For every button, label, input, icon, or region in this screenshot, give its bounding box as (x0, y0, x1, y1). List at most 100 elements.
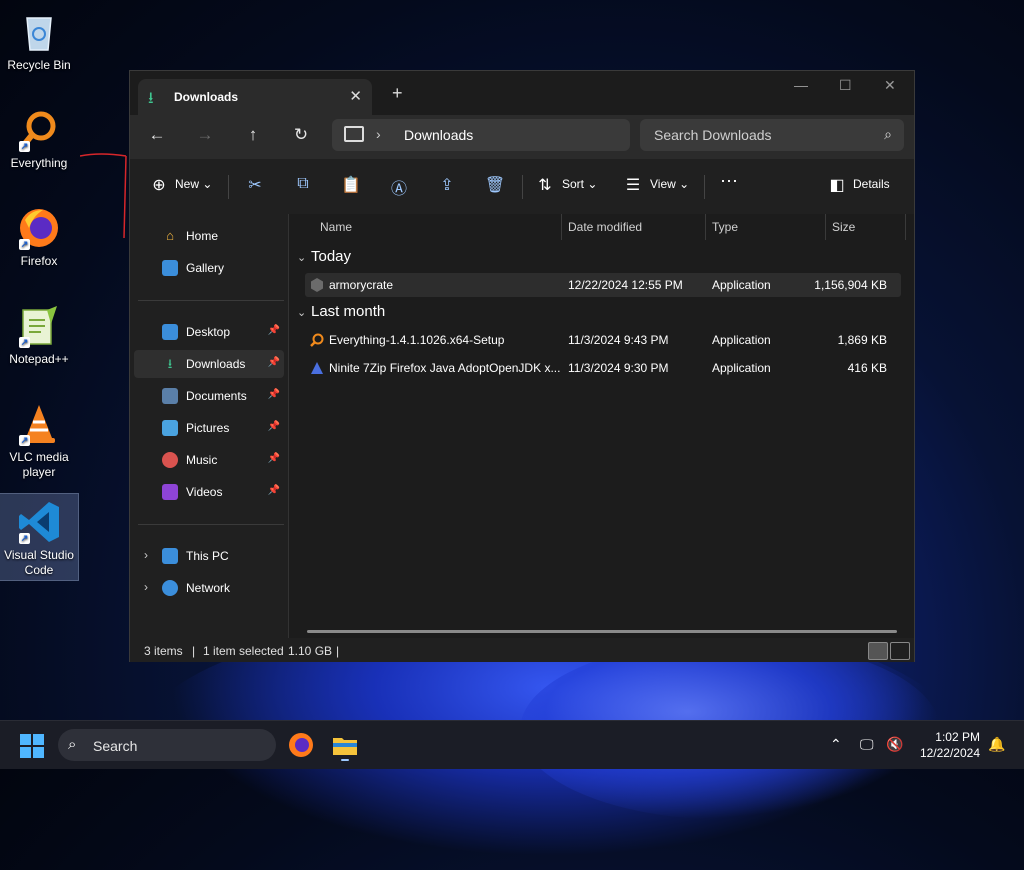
vscode-icon: ↗ (17, 500, 61, 544)
desktop-icon-vlc[interactable]: ↗ VLC media player (0, 396, 78, 480)
tab-downloads[interactable]: ⭳ Downloads ✕ (138, 79, 372, 115)
sort-icon[interactable]: ⇅ (534, 175, 556, 195)
view-icon[interactable]: ☰ (622, 175, 644, 195)
clock-date: 12/22/2024 (919, 746, 980, 760)
file-name: armorycrate (329, 278, 394, 292)
tab-title: Downloads (174, 90, 239, 104)
sort-button[interactable]: Sort ⌄ (562, 177, 597, 191)
sidebar-item-downloads[interactable]: ⭳ Downloads 📌 (134, 350, 284, 378)
network-status-icon[interactable]: 🖵 (860, 736, 874, 753)
column-header-size[interactable]: Size (832, 220, 855, 234)
desktop-icon-recycle-bin[interactable]: Recycle Bin (0, 4, 78, 73)
sidebar-item-pictures[interactable]: Pictures 📌 (134, 414, 284, 442)
file-row[interactable]: armorycrate 12/22/2024 12:55 PM Applicat… (305, 273, 901, 297)
refresh-icon[interactable]: ↻ (289, 125, 313, 145)
chevron-right-icon[interactable]: › (144, 580, 148, 594)
pin-icon[interactable]: 📌 (268, 485, 280, 496)
taskbar: ⌕ Search ⌃ 🖵 🔇 1:02 PM 12/22/2024 🔔 (0, 720, 1024, 769)
column-divider[interactable] (705, 214, 706, 240)
taskbar-firefox-icon[interactable] (285, 729, 317, 761)
sidebar-item-this-pc[interactable]: › This PC (134, 542, 284, 570)
system-clock[interactable]: 1:02 PM 12/22/2024 (918, 729, 980, 761)
desktop-icon-notepad-plus-plus[interactable]: ↗ Notepad++ (0, 298, 78, 367)
share-icon[interactable]: ⇪ (436, 175, 458, 195)
group-header-last-month[interactable]: ⌄ Last month (297, 303, 385, 320)
desktop-icon-vscode[interactable]: ↗ Visual Studio Code (0, 493, 79, 581)
group-header-today[interactable]: ⌄ Today (297, 248, 351, 265)
details-pane-icon[interactable]: ◧ (826, 175, 848, 195)
red-annotation-stroke (80, 153, 127, 239)
address-bar[interactable]: › Downloads (332, 119, 630, 151)
notification-bell-icon[interactable]: 🔔 (988, 736, 1005, 753)
status-selected: 1 item selected (203, 644, 284, 658)
taskbar-search[interactable]: ⌕ Search (58, 729, 276, 761)
new-tab-icon[interactable]: + (392, 83, 403, 104)
paste-icon[interactable]: 📋 (340, 175, 362, 195)
column-divider[interactable] (905, 214, 906, 240)
up-arrow-icon[interactable]: ↑ (241, 125, 265, 145)
pin-icon[interactable]: 📌 (268, 453, 280, 464)
horizontal-scrollbar[interactable] (307, 630, 897, 633)
view-button[interactable]: View ⌄ (650, 177, 689, 191)
taskbar-file-explorer-icon[interactable] (329, 729, 361, 761)
column-header-date[interactable]: Date modified (568, 220, 642, 234)
details-view-icon[interactable] (868, 642, 888, 660)
sidebar-item-label: Music (186, 453, 218, 467)
title-bar[interactable]: ⭳ Downloads ✕ + — ☐ ✕ (130, 71, 914, 115)
chevron-down-icon: ⌄ (297, 252, 307, 264)
pin-icon[interactable]: 📌 (268, 357, 280, 368)
file-list[interactable]: Name Date modified Type Size ⌄ Today armo… (289, 214, 914, 638)
close-window-icon[interactable]: ✕ (884, 77, 896, 94)
divider (522, 175, 523, 199)
column-header-name[interactable]: Name (320, 220, 352, 234)
back-arrow-icon[interactable]: ← (145, 125, 169, 145)
windows-start-icon[interactable] (20, 734, 44, 758)
desktop-icon-firefox[interactable]: ↗ Firefox (0, 200, 78, 269)
search-box[interactable]: Search Downloads ⌕ (640, 119, 904, 151)
column-divider[interactable] (825, 214, 826, 240)
copy-icon[interactable]: ⧉ (292, 175, 314, 193)
status-item-count: 3 items (144, 644, 183, 658)
details-button[interactable]: Details (853, 177, 890, 191)
sidebar-item-desktop[interactable]: Desktop 📌 (134, 318, 284, 346)
file-row[interactable]: Everything-1.4.1.1026.x64-Setup 11/3/202… (305, 328, 901, 352)
delete-icon[interactable]: 🗑 (484, 175, 506, 195)
sidebar-item-home[interactable]: ⌂ Home (134, 222, 284, 250)
monitor-icon (344, 126, 364, 142)
chevron-right-icon[interactable]: › (144, 548, 148, 562)
pin-icon[interactable]: 📌 (268, 421, 280, 432)
pin-icon[interactable]: 📌 (268, 389, 280, 400)
pin-icon[interactable]: 📌 (268, 325, 280, 336)
volume-muted-icon[interactable]: 🔇 (886, 736, 903, 753)
new-plus-icon[interactable]: ⊕ (148, 175, 170, 195)
chevron-up-icon[interactable]: ⌃ (830, 736, 842, 753)
sidebar-item-label: Documents (186, 389, 247, 403)
divider (228, 175, 229, 199)
tiles-view-icon[interactable] (890, 642, 910, 660)
notepad-plus-plus-icon: ↗ (17, 304, 61, 348)
desktop-icon-everything[interactable]: ↗ Everything (0, 102, 78, 171)
file-name: Ninite 7Zip Firefox Java AdoptOpenJDK x.… (329, 361, 561, 375)
column-header-type[interactable]: Type (712, 220, 738, 234)
maximize-icon[interactable]: ☐ (839, 77, 852, 94)
sidebar-item-music[interactable]: Music 📌 (134, 446, 284, 474)
file-explorer-window[interactable]: ⭳ Downloads ✕ + — ☐ ✕ ← → ↑ ↻ › Download… (129, 70, 915, 662)
column-divider[interactable] (561, 214, 562, 240)
new-button[interactable]: New ⌄ (175, 177, 212, 191)
minimize-icon[interactable]: — (794, 77, 808, 93)
desktop-icon-label: Recycle Bin (7, 58, 71, 72)
more-options-button[interactable]: ⋯ (720, 171, 738, 192)
cut-icon[interactable]: ✂ (244, 175, 266, 195)
shortcut-arrow-icon: ↗ (19, 337, 30, 348)
sidebar-item-documents[interactable]: Documents 📌 (134, 382, 284, 410)
file-row[interactable]: Ninite 7Zip Firefox Java AdoptOpenJDK x.… (305, 356, 901, 380)
sidebar-item-gallery[interactable]: Gallery (134, 254, 284, 282)
file-size: 416 KB (847, 361, 887, 375)
computer-icon (162, 548, 178, 564)
sidebar-item-videos[interactable]: Videos 📌 (134, 478, 284, 506)
sidebar-item-network[interactable]: › Network (134, 574, 284, 602)
file-name: Everything-1.4.1.1026.x64-Setup (329, 333, 505, 347)
forward-arrow-icon[interactable]: → (193, 125, 217, 145)
close-tab-icon[interactable]: ✕ (349, 87, 362, 105)
rename-icon[interactable]: Ⓐ (388, 175, 410, 199)
